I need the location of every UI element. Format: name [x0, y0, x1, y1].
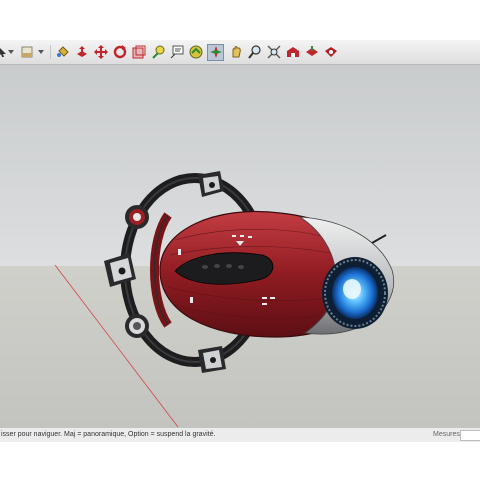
- pan-icon[interactable]: [228, 45, 243, 60]
- status-bar: isser pour naviguer. Maj = panoramique, …: [0, 427, 480, 442]
- move-icon[interactable]: [93, 45, 108, 60]
- toolbar: [0, 40, 480, 65]
- ring-pod-left: [104, 253, 136, 287]
- zoom-icon[interactable]: [247, 45, 262, 60]
- engine-glow: [322, 257, 388, 329]
- push-pull-icon[interactable]: [74, 45, 89, 60]
- spaceship-model: [54, 171, 395, 427]
- ring-pod-top: [198, 171, 224, 197]
- paint-bucket-icon[interactable]: [55, 45, 70, 60]
- antenna: [371, 234, 387, 244]
- select-arrow-icon[interactable]: [0, 45, 7, 60]
- ring-pod-lower-left: [125, 314, 149, 338]
- chevron-down-icon[interactable]: [38, 50, 44, 54]
- orbit-icon[interactable]: [207, 43, 224, 61]
- status-message: isser pour naviguer. Maj = panoramique, …: [1, 431, 216, 438]
- measures-label: Mesures: [433, 431, 460, 438]
- warehouse-icon[interactable]: [285, 45, 300, 60]
- model-viewport[interactable]: [0, 65, 480, 427]
- ring-pod-upper-left: [125, 205, 149, 229]
- ring-pod-bottom: [198, 346, 226, 373]
- extension-warehouse-icon[interactable]: [323, 45, 338, 60]
- protractor-icon[interactable]: [188, 45, 203, 60]
- scale-icon[interactable]: [131, 45, 146, 60]
- chevron-down-icon[interactable]: [8, 50, 14, 54]
- measures-input[interactable]: [460, 430, 480, 441]
- eraser-icon[interactable]: [19, 45, 34, 60]
- text-tool-icon[interactable]: [169, 45, 184, 60]
- share-model-icon[interactable]: [304, 45, 319, 60]
- zoom-extents-icon[interactable]: [266, 45, 281, 60]
- tape-measure-icon[interactable]: [150, 45, 165, 60]
- rotate-icon[interactable]: [112, 45, 127, 60]
- toolbar-divider: [50, 45, 51, 59]
